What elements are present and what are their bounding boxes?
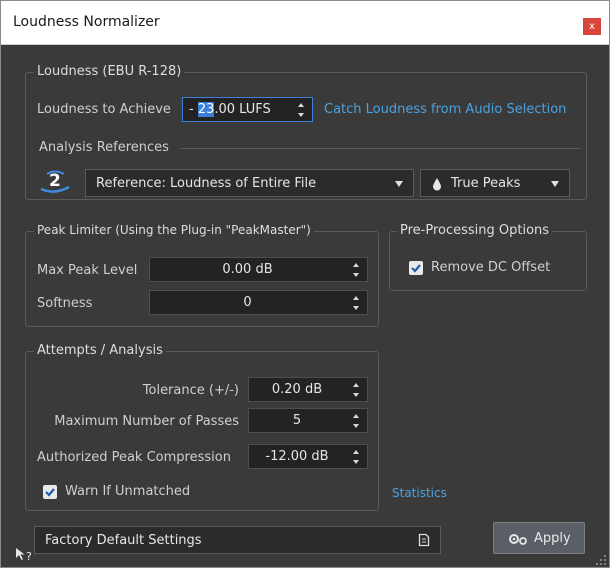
max-passes-stepper[interactable]: 5 [248,408,368,433]
wave-2-icon: 2 [37,168,73,194]
catch-loudness-link[interactable]: Catch Loudness from Audio Selection [324,102,566,117]
max-peak-level-label: Max Peak Level [37,263,138,278]
loudness-target-value: - 23.00 LUFS [189,102,271,117]
chevron-down-icon [551,181,559,187]
warn-unmatched-checkbox[interactable] [43,485,57,499]
softness-label: Softness [37,296,93,311]
tolerance-stepper[interactable]: 0.20 dB [248,377,368,402]
warn-unmatched-label[interactable]: Warn If Unmatched [65,484,190,499]
loudness-normalizer-window: Loudness Normalizer x Loudness (EBU R-12… [0,0,610,568]
stepper-arrows-icon[interactable] [353,263,360,277]
stepper-arrows-icon[interactable] [353,450,360,464]
peak-compression-stepper[interactable]: -12.00 dB [248,444,368,469]
loudness-to-achieve-label: Loudness to Achieve [37,102,171,117]
context-help-icon[interactable]: ? [15,547,37,565]
resize-grip-icon[interactable] [595,554,607,566]
peak-limiter-title: Peak Limiter (Using the Plug-in "PeakMas… [34,223,314,237]
document-icon[interactable] [418,533,430,547]
apply-button[interactable]: Apply [493,522,585,554]
true-peaks-dropdown[interactable]: True Peaks [420,169,570,197]
droplet-icon [431,177,443,191]
preset-selector[interactable]: Factory Default Settings [34,526,441,554]
attempts-title: Attempts / Analysis [34,343,166,358]
remove-dc-checkbox[interactable] [409,261,423,275]
loudness-target-stepper[interactable]: - 23.00 LUFS [182,97,313,122]
remove-dc-label[interactable]: Remove DC Offset [431,260,550,275]
softness-stepper[interactable]: 0 [149,290,368,315]
stepper-arrows-icon[interactable] [353,383,360,397]
chevron-down-icon [395,181,403,187]
apply-button-label: Apply [534,531,571,546]
title-bar: Loudness Normalizer x [1,1,609,45]
stepper-arrows-icon[interactable] [298,103,305,117]
analysis-references-title: Analysis References [39,140,169,155]
close-button[interactable]: x [583,18,601,35]
svg-text:2: 2 [49,171,61,191]
loudness-group-title: Loudness (EBU R-128) [34,64,185,79]
stepper-arrows-icon[interactable] [353,414,360,428]
reference-dropdown[interactable]: Reference: Loudness of Entire File [85,169,414,197]
gears-icon [508,532,528,546]
max-peak-level-stepper[interactable]: 0.00 dB [149,257,368,282]
peak-compression-label: Authorized Peak Compression [37,450,231,465]
tolerance-label: Tolerance (+/-) [142,383,239,398]
statistics-link[interactable]: Statistics [392,486,447,500]
preprocessing-title: Pre-Processing Options [397,223,553,238]
analysis-separator [181,148,581,149]
max-passes-label: Maximum Number of Passes [54,414,239,429]
stepper-arrows-icon[interactable] [353,296,360,310]
window-title: Loudness Normalizer [13,14,160,30]
